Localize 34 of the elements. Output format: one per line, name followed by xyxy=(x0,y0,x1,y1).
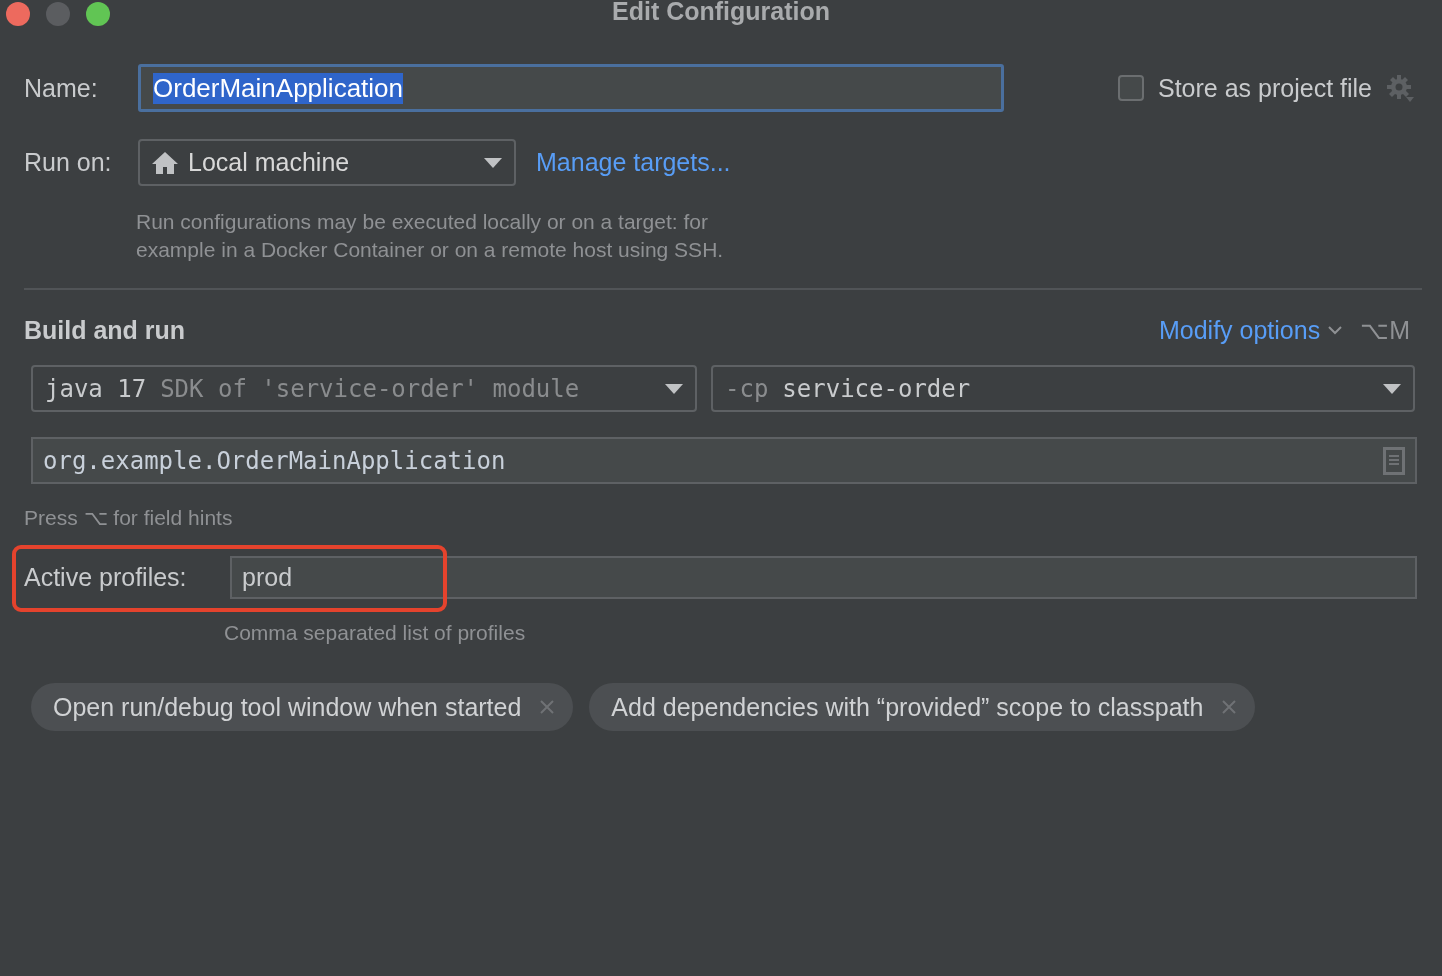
name-label: Name: xyxy=(24,73,99,103)
option-chip[interactable]: Open run/debug tool window when started xyxy=(31,683,574,731)
close-button[interactable] xyxy=(6,2,30,26)
window-title: Edit Configuration xyxy=(612,0,830,26)
classpath-dropdown[interactable]: -cp service-order xyxy=(711,365,1415,412)
dropdown-caret-icon xyxy=(484,157,502,168)
store-checkbox[interactable] xyxy=(1118,75,1144,101)
gear-icon[interactable] xyxy=(1386,74,1414,102)
run-target-dropdown[interactable]: Local machine xyxy=(138,139,516,186)
help-text: Press ⌥ for field hints xyxy=(24,505,234,531)
option-chip[interactable]: Add dependencies with “provided” scope to classpath xyxy=(589,683,1256,731)
zoom-button[interactable] xyxy=(86,2,110,26)
section-title: Build and run xyxy=(24,316,186,345)
help-text: Comma separated list of profiles xyxy=(224,620,527,646)
document-icon[interactable] xyxy=(1383,446,1405,475)
main-class-field[interactable]: org.example.OrderMainApplication xyxy=(31,437,1417,484)
store-label: Store as project file xyxy=(1158,73,1372,103)
close-icon[interactable] xyxy=(1221,699,1238,715)
run-on-label: Run on: xyxy=(24,148,113,177)
name-field[interactable]: OrderMainApplication xyxy=(138,64,1004,112)
shortcut-hint: ⌥M xyxy=(1360,316,1410,345)
chevron-down-icon xyxy=(1328,326,1343,335)
dropdown-caret-icon xyxy=(665,383,683,394)
help-text: Run configurations may be executed locally or on a target: for xyxy=(136,209,709,235)
house-icon xyxy=(152,151,178,174)
active-profiles-label: Active profiles: xyxy=(24,563,188,592)
jdk-dropdown[interactable]: java 17 SDK of 'service-order' module xyxy=(31,365,697,412)
active-profiles-field[interactable]: prod xyxy=(230,556,1417,599)
help-text: example in a Docker Container or on a remote host using SSH. xyxy=(136,237,725,263)
close-icon[interactable] xyxy=(539,699,556,715)
modify-options-link[interactable]: Modify options xyxy=(1158,316,1343,345)
minimize-button[interactable] xyxy=(46,2,70,26)
dropdown-caret-icon xyxy=(1383,383,1401,394)
manage-targets-link[interactable]: Manage targets... xyxy=(536,148,731,177)
